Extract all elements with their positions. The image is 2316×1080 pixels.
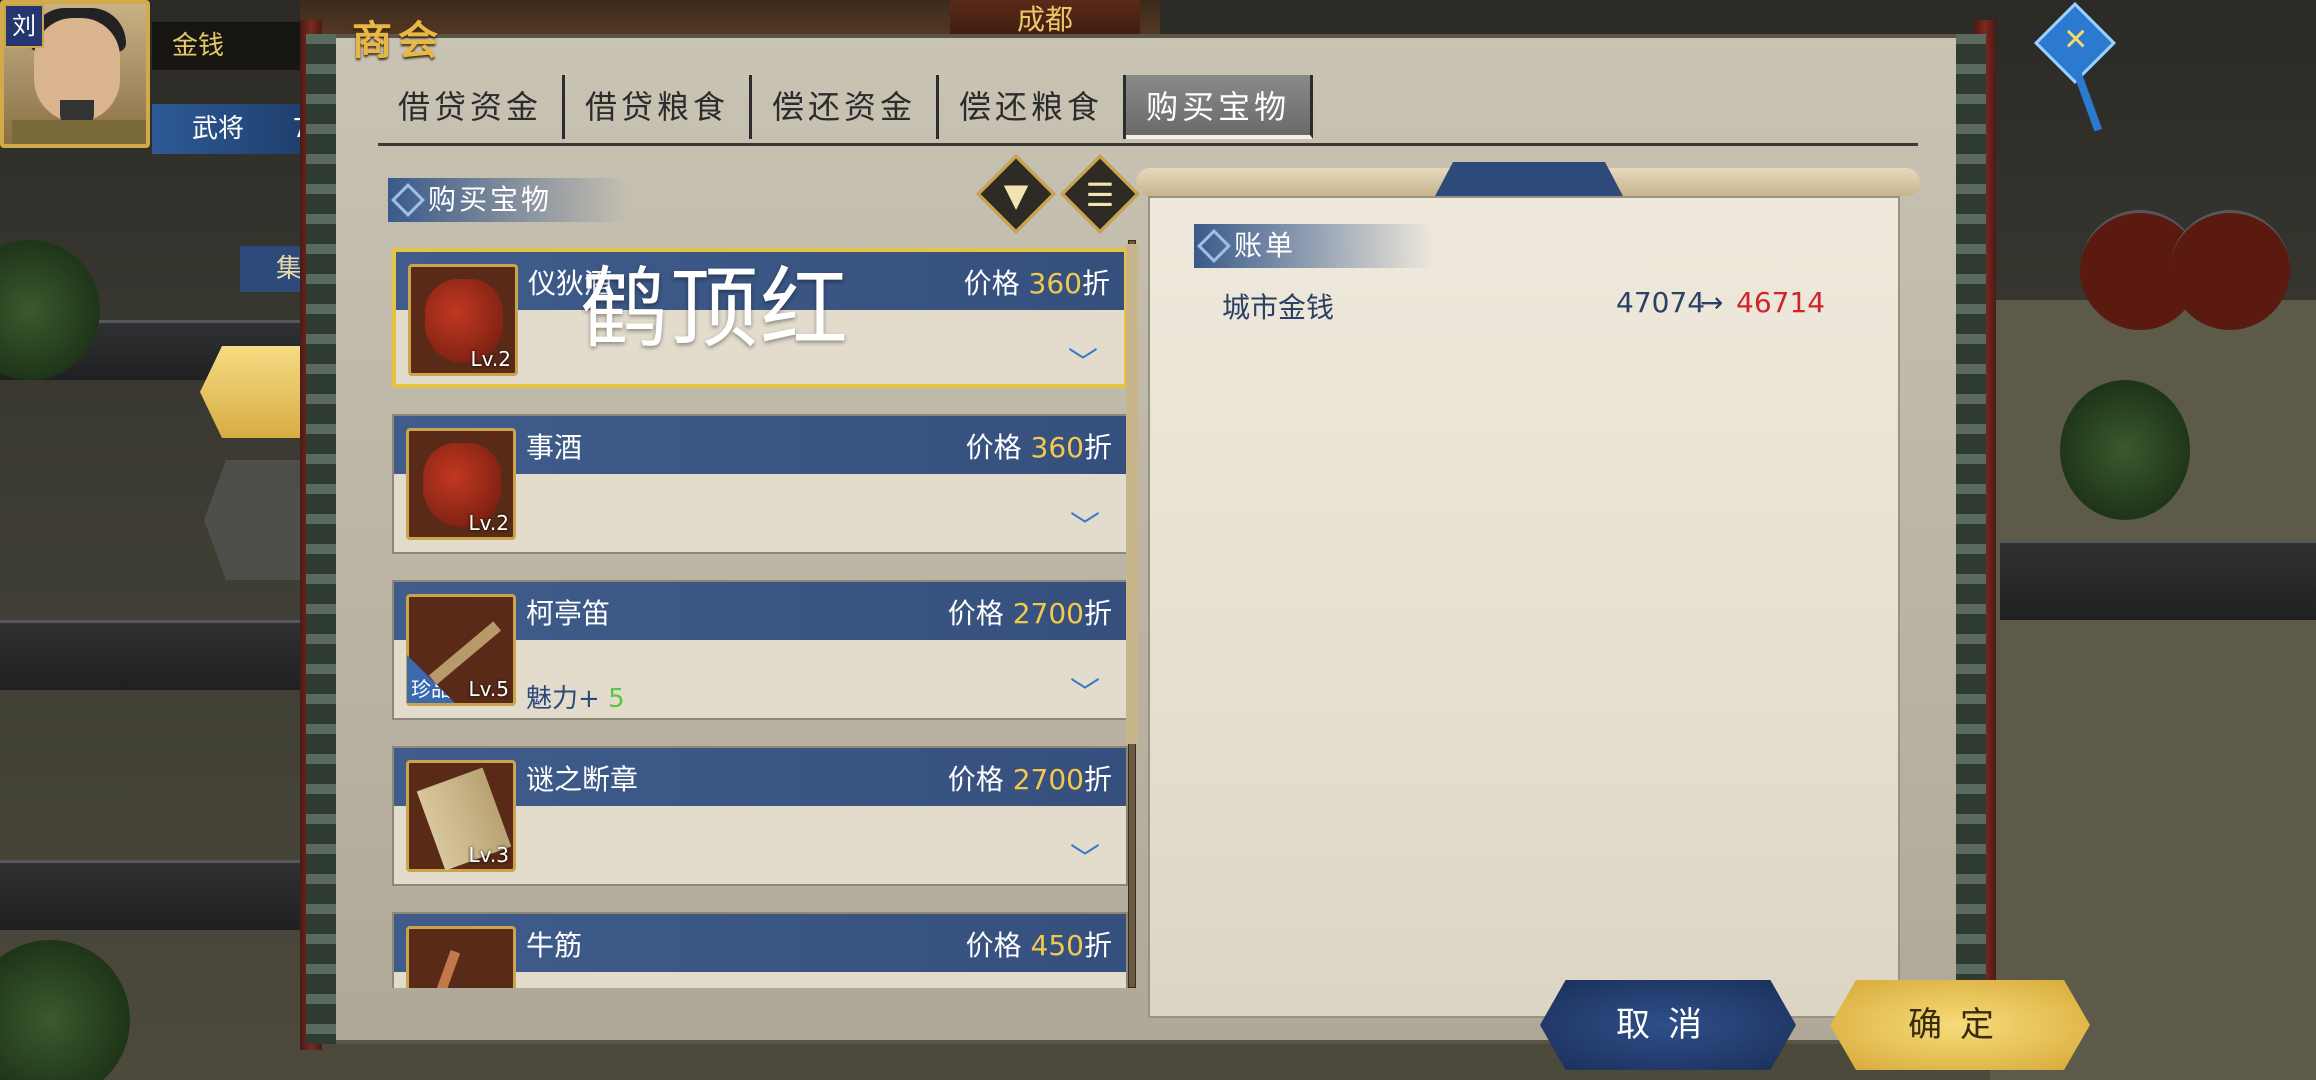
background-roof: [2000, 540, 2316, 620]
side-gold-button[interactable]: [200, 346, 310, 438]
stat-label: 魅力+: [526, 684, 600, 714]
list-item[interactable]: 珍品 Lv.5 柯亭笛 价格 2700折 魅力+ 5 ﹀: [392, 580, 1128, 720]
chevron-down-icon[interactable]: ﹀: [1070, 668, 1100, 712]
item-level: Lv.2: [468, 511, 509, 535]
list-icon: ☰: [1085, 176, 1115, 214]
list-item[interactable]: 牛筋 价格 450折: [392, 912, 1128, 988]
wine-jar-icon: Lv.2: [406, 428, 516, 540]
tab-repay-funds[interactable]: 偿还资金: [752, 74, 940, 139]
bill-gold-after: 46714: [1736, 286, 1826, 319]
price-label: 价格: [965, 929, 1022, 962]
background-tree: [2060, 380, 2190, 520]
bill-gold-before: 47074: [1616, 286, 1706, 319]
price-value: 2700: [1012, 597, 1084, 630]
item-price: 价格 2700折: [948, 758, 1112, 798]
price-label: 价格: [947, 763, 1004, 796]
item-price: 价格 450折: [966, 924, 1112, 964]
background-roof: [0, 860, 300, 930]
player-name-badge: 刘: [4, 4, 44, 48]
list-scroll-thumb[interactable]: [1126, 244, 1138, 744]
tab-borrow-grain[interactable]: 借贷粮食: [565, 74, 753, 139]
item-name: 柯亭笛: [526, 597, 611, 630]
item-name: 牛筋: [526, 929, 583, 962]
scroll-icon: Lv.3: [406, 760, 516, 872]
cancel-button[interactable]: 取消: [1540, 980, 1796, 1070]
general-label: 武将: [192, 114, 245, 144]
flute-icon: 珍品 Lv.5: [406, 594, 516, 706]
sticks-icon: [406, 926, 516, 988]
filter-icon: ▼: [1003, 176, 1029, 214]
price-suffix: 折: [1083, 431, 1112, 464]
panel-right-chain: [1956, 34, 1986, 1044]
wine-jar-icon: Lv.2: [408, 264, 518, 376]
tab-borrow-funds[interactable]: 借贷资金: [378, 74, 566, 139]
confirm-button[interactable]: 确定: [1830, 980, 2090, 1070]
chevron-down-icon[interactable]: ﹀: [1068, 338, 1098, 382]
background-roof: [0, 620, 300, 690]
item-stat: 魅力+ 5: [526, 678, 625, 715]
overlay-text: 鹤顶红: [580, 257, 851, 360]
list-item[interactable]: Lv.3 谜之断章 价格 2700折 ﹀: [392, 746, 1128, 886]
item-name: 事酒: [526, 431, 583, 464]
gather-button[interactable]: 集: [240, 246, 302, 292]
item-level: Lv.3: [468, 843, 509, 867]
price-suffix: 折: [1081, 267, 1110, 300]
price-suffix: 折: [1083, 597, 1112, 630]
portrait-robe: [12, 120, 146, 144]
bill-header: 账单: [1194, 224, 1434, 268]
tab-repay-grain[interactable]: 偿还粮食: [939, 74, 1127, 139]
item-level: Lv.2: [470, 347, 511, 371]
item-level: Lv.5: [468, 677, 509, 701]
price-label: 价格: [965, 431, 1022, 464]
list-item[interactable]: Lv.2 事酒 价格 360折 ﹀: [392, 414, 1128, 554]
bill-emblem: [1434, 162, 1624, 198]
chevron-down-icon[interactable]: ﹀: [1070, 834, 1100, 878]
stat-bonus: 5: [608, 684, 625, 714]
price-label: 价格: [963, 267, 1020, 300]
arrow-right-icon: →: [1700, 286, 1724, 319]
background-waterwheel: [2170, 210, 2290, 330]
price-suffix: 折: [1083, 929, 1112, 962]
player-portrait[interactable]: 刘: [0, 0, 150, 148]
price-suffix: 折: [1083, 763, 1112, 796]
price-value: 2700: [1012, 763, 1084, 796]
price-value: 450: [1030, 929, 1084, 962]
panel-left-chain: [306, 34, 336, 1044]
general-row[interactable]: 武将 7: [152, 104, 312, 154]
chevron-down-icon[interactable]: ﹀: [1070, 502, 1100, 546]
item-price: 价格 360折: [964, 262, 1110, 302]
gold-label: 金钱: [152, 22, 312, 70]
list-header: 购买宝物: [388, 178, 628, 222]
side-grey-button[interactable]: [204, 460, 314, 580]
price-label: 价格: [947, 597, 1004, 630]
item-price: 价格 2700折: [948, 592, 1112, 632]
tab-bar: 借贷资金 借贷粮食 偿还资金 偿还粮食 购买宝物: [378, 70, 1918, 146]
panel-title: 商会: [352, 17, 444, 64]
price-value: 360: [1028, 267, 1082, 300]
item-name: 谜之断章: [526, 763, 639, 796]
tab-buy-treasure[interactable]: 购买宝物: [1126, 74, 1314, 139]
price-value: 360: [1030, 431, 1084, 464]
background-tree: [0, 940, 130, 1080]
item-price: 价格 360折: [966, 426, 1112, 466]
bill-city-gold-label: 城市金钱: [1222, 291, 1335, 324]
